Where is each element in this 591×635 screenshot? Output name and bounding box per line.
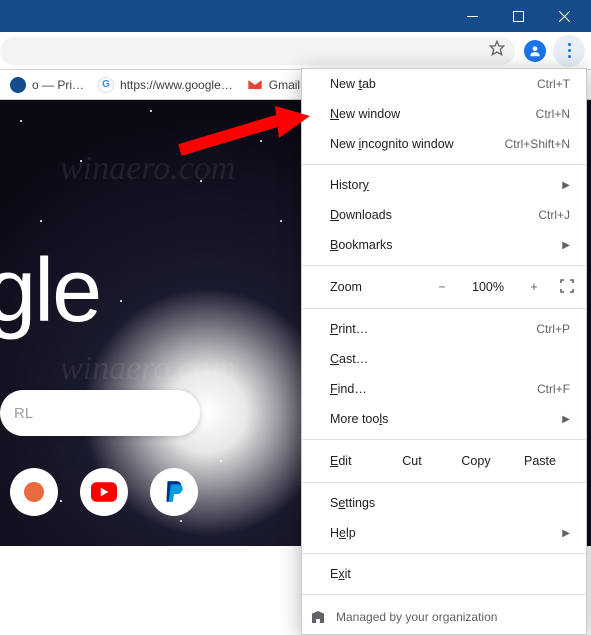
menu-label: Exit <box>330 567 351 581</box>
menu-item-new-tab[interactable]: New tab Ctrl+T <box>302 69 586 99</box>
menu-label: Edit <box>330 454 380 468</box>
menu-label: New tab <box>330 77 376 91</box>
menu-item-bookmarks[interactable]: Bookmarks ▶ <box>302 230 586 260</box>
generic-shortcut-icon <box>22 480 46 504</box>
search-box[interactable]: RL <box>0 390 200 436</box>
bookmark-star-icon[interactable] <box>489 40 505 61</box>
submenu-arrow-icon: ▶ <box>562 240 570 251</box>
menu-label: Settings <box>330 496 375 510</box>
menu-label: Cast… <box>330 352 368 366</box>
address-bar[interactable] <box>0 37 515 65</box>
menu-label: Downloads <box>330 208 392 222</box>
menu-shortcut: Ctrl+J <box>538 208 570 222</box>
bookmark-label: o — Pri… <box>32 78 84 92</box>
zoom-in-button[interactable]: + <box>524 280 544 294</box>
bookmark-item[interactable]: Gmail <box>247 77 300 93</box>
favicon-icon <box>10 77 26 93</box>
toolbar <box>0 32 591 70</box>
fullscreen-icon <box>560 279 574 293</box>
window-minimize-button[interactable] <box>449 0 495 32</box>
shortcut-item[interactable] <box>150 468 198 516</box>
search-placeholder: RL <box>14 405 33 422</box>
menu-item-managed[interactable]: Managed by your organization <box>302 600 586 634</box>
menu-item-cast[interactable]: Cast… <box>302 344 586 374</box>
shortcuts-row <box>0 468 198 516</box>
menu-item-exit[interactable]: Exit <box>302 559 586 589</box>
menu-item-zoom: Zoom − 100% + <box>302 271 586 303</box>
submenu-arrow-icon: ▶ <box>562 528 570 539</box>
menu-label: Zoom <box>330 280 416 294</box>
menu-item-print[interactable]: Print… Ctrl+P <box>302 314 586 344</box>
avatar-icon <box>524 40 546 62</box>
menu-separator <box>302 594 586 595</box>
fullscreen-button[interactable] <box>560 279 574 296</box>
window-titlebar <box>0 0 591 32</box>
menu-label: Print… <box>330 322 368 336</box>
maximize-icon <box>513 11 524 22</box>
favicon-icon: G <box>98 77 114 93</box>
paypal-icon <box>163 479 185 505</box>
menu-label: New incognito window <box>330 137 454 151</box>
window-close-button[interactable] <box>541 0 587 32</box>
bookmark-label: Gmail <box>269 78 300 92</box>
menu-item-new-window[interactable]: New window Ctrl+N <box>302 99 586 129</box>
menu-shortcut: Ctrl+F <box>537 382 570 396</box>
menu-separator <box>302 265 586 266</box>
shortcut-item[interactable] <box>80 468 128 516</box>
menu-item-help[interactable]: Help ▶ <box>302 518 586 548</box>
menu-shortcut: Ctrl+N <box>536 107 570 121</box>
menu-item-downloads[interactable]: Downloads Ctrl+J <box>302 200 586 230</box>
bookmark-label: https://www.google… <box>120 78 233 92</box>
menu-label: Find… <box>330 382 367 396</box>
menu-label: Help <box>330 526 356 540</box>
edit-copy-button[interactable]: Copy <box>444 454 508 468</box>
bookmark-item[interactable]: G https://www.google… <box>98 77 233 93</box>
menu-label: New window <box>330 107 400 121</box>
zoom-out-button[interactable]: − <box>432 280 452 294</box>
menu-separator <box>302 553 586 554</box>
menu-shortcut: Ctrl+Shift+N <box>505 137 570 151</box>
submenu-arrow-icon: ▶ <box>562 180 570 191</box>
building-icon <box>310 609 326 625</box>
menu-separator <box>302 308 586 309</box>
menu-item-history[interactable]: History ▶ <box>302 170 586 200</box>
menu-separator <box>302 482 586 483</box>
minimize-icon <box>467 11 478 22</box>
menu-separator <box>302 439 586 440</box>
menu-item-edit: Edit Cut Copy Paste <box>302 445 586 477</box>
menu-item-more-tools[interactable]: More tools ▶ <box>302 404 586 434</box>
zoom-value: 100% <box>468 280 508 294</box>
edit-cut-button[interactable]: Cut <box>380 454 444 468</box>
menu-label: Bookmarks <box>330 238 393 252</box>
bookmark-item[interactable]: o — Pri… <box>10 77 84 93</box>
menu-item-new-incognito[interactable]: New incognito window Ctrl+Shift+N <box>302 129 586 159</box>
menu-label: Managed by your organization <box>336 610 497 624</box>
youtube-icon <box>91 482 117 502</box>
edit-paste-button[interactable]: Paste <box>508 454 572 468</box>
menu-shortcut: Ctrl+P <box>536 322 570 336</box>
gmail-icon <box>247 77 263 93</box>
menu-shortcut: Ctrl+T <box>537 77 570 91</box>
google-logo: oogle <box>0 240 100 343</box>
three-dots-icon <box>568 43 571 58</box>
menu-label: More tools <box>330 412 388 426</box>
menu-label: History <box>330 178 369 192</box>
profile-button[interactable] <box>519 35 551 67</box>
close-icon <box>559 11 570 22</box>
menu-item-settings[interactable]: Settings <box>302 488 586 518</box>
chrome-main-menu: New tab Ctrl+T New window Ctrl+N New inc… <box>301 68 587 635</box>
submenu-arrow-icon: ▶ <box>562 414 570 425</box>
window-maximize-button[interactable] <box>495 0 541 32</box>
menu-separator <box>302 164 586 165</box>
menu-item-find[interactable]: Find… Ctrl+F <box>302 374 586 404</box>
chrome-menu-button[interactable] <box>553 35 585 67</box>
shortcut-item[interactable] <box>10 468 58 516</box>
